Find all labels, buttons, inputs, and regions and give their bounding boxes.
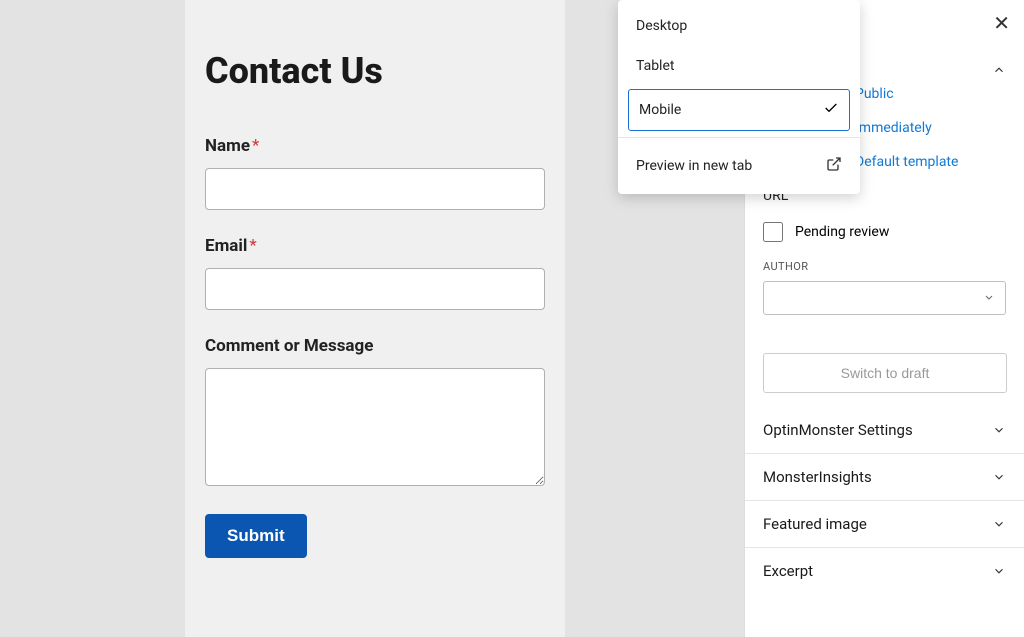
preview-option-desktop[interactable]: Desktop <box>618 6 860 46</box>
chevron-down-icon <box>992 470 1006 484</box>
panel-excerpt[interactable]: Excerpt <box>745 547 1024 594</box>
form-preview-panel: Contact Us Name* Email* Comment or Messa… <box>185 0 565 637</box>
visibility-value-link[interactable]: Public <box>855 86 894 102</box>
panel-optinmonster[interactable]: OptinMonster Settings <box>745 407 1024 453</box>
panel-monsterinsights[interactable]: MonsterInsights <box>745 453 1024 500</box>
chevron-down-icon <box>992 423 1006 437</box>
submit-button[interactable]: Submit <box>205 514 307 558</box>
name-label: Name* <box>205 136 545 156</box>
external-link-icon <box>826 156 842 176</box>
pending-review-label: Pending review <box>795 224 889 240</box>
page-title: Contact Us <box>205 50 545 92</box>
author-select[interactable] <box>763 281 1006 315</box>
preview-option-tablet[interactable]: Tablet <box>618 46 860 86</box>
close-sidebar-button[interactable]: ✕ <box>993 14 1010 34</box>
preview-dropdown: Desktop Tablet Mobile Preview in new tab <box>618 0 860 194</box>
author-heading: AUTHOR <box>763 260 1006 273</box>
chevron-down-icon <box>992 517 1006 531</box>
email-input[interactable] <box>205 268 545 310</box>
comment-label: Comment or Message <box>205 336 545 356</box>
check-icon <box>823 100 839 120</box>
preview-option-mobile[interactable]: Mobile <box>628 89 850 131</box>
pending-review-checkbox[interactable] <box>763 222 783 242</box>
email-label: Email* <box>205 236 545 256</box>
chevron-up-icon <box>992 62 1006 76</box>
chevron-down-icon <box>992 564 1006 578</box>
chevron-down-icon <box>983 289 995 308</box>
menu-divider <box>618 137 860 138</box>
name-input[interactable] <box>205 168 545 210</box>
publish-value-link[interactable]: Immediately <box>855 120 932 136</box>
close-icon: ✕ <box>993 13 1010 35</box>
required-mark: * <box>249 236 256 256</box>
template-value-link[interactable]: Default template <box>855 154 958 170</box>
required-mark: * <box>252 136 259 156</box>
panel-featured-image[interactable]: Featured image <box>745 500 1024 547</box>
comment-textarea[interactable] <box>205 368 545 486</box>
preview-new-tab[interactable]: Preview in new tab <box>618 144 860 188</box>
switch-to-draft-button[interactable]: Switch to draft <box>763 353 1007 393</box>
